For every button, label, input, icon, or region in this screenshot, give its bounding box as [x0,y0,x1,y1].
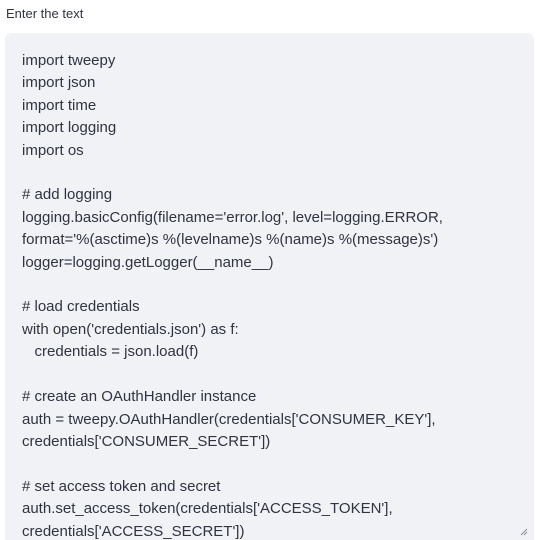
resize-grip-icon[interactable] [520,528,528,536]
text-area-content[interactable]: import tweepy import json import time im… [22,50,524,540]
text-input-label: Enter the text [6,6,84,21]
text-area[interactable]: import tweepy import json import time im… [5,33,534,540]
